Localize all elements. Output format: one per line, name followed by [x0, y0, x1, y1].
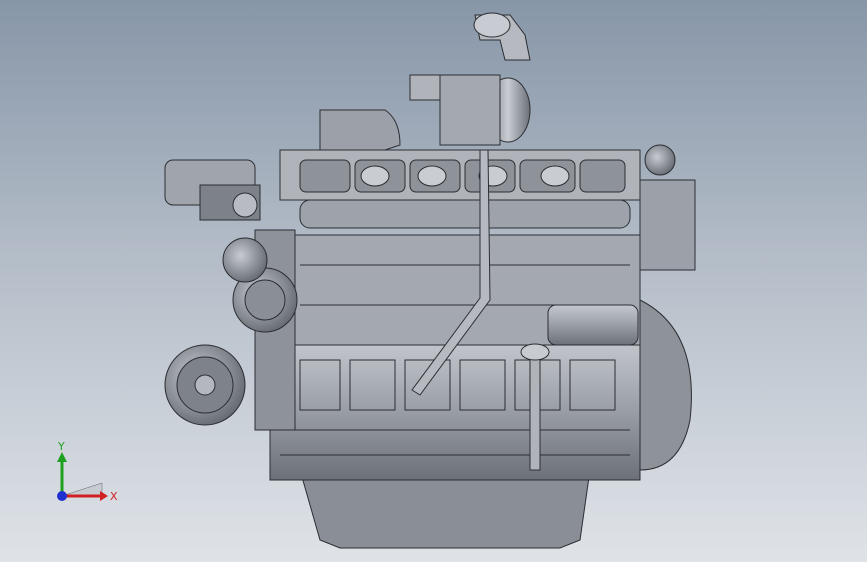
starter-motor — [547, 304, 639, 346]
oil-pan — [299, 469, 591, 549]
x-axis-head — [100, 491, 108, 501]
flywheel-housing — [639, 299, 692, 471]
cad-viewport[interactable]: X Y — [0, 0, 867, 562]
y-axis-head — [57, 452, 67, 462]
x-axis-label: X — [110, 490, 118, 503]
engine-model[interactable] — [0, 0, 867, 562]
axis-triad: X Y — [57, 440, 118, 503]
intake-manifold — [299, 199, 631, 229]
oil-filler-tube — [529, 349, 541, 471]
z-axis-dot — [57, 491, 67, 501]
exhaust-elbow — [319, 109, 401, 151]
fan-hub — [644, 144, 676, 176]
idler-pulley — [222, 237, 268, 283]
y-axis-label: Y — [57, 440, 65, 453]
